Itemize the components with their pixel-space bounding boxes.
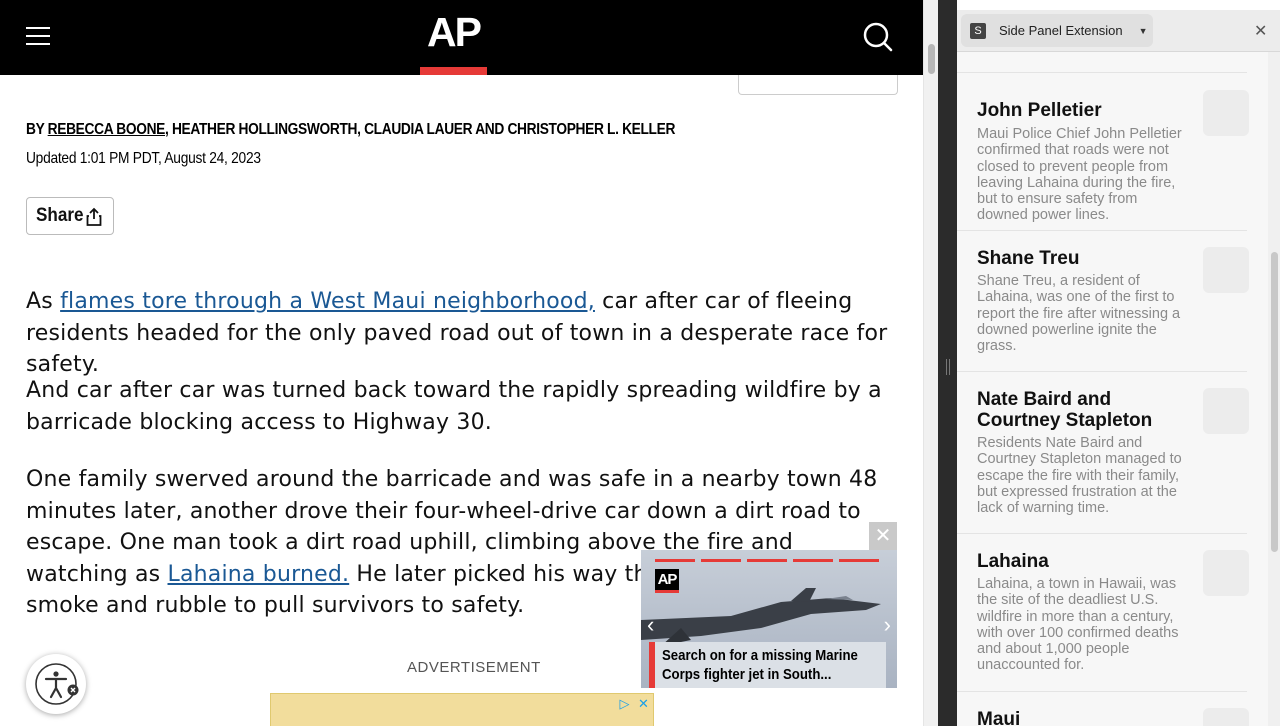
article-paragraph-1: As flames tore through a West Maui neigh… (26, 286, 896, 381)
article-paragraph-2: And car after car was turned back toward… (26, 378, 882, 435)
entry-thumbnail (1203, 708, 1249, 726)
side-panel: S Side Panel Extension ▼ ✕ John Pelletie… (957, 10, 1280, 726)
lahaina-burned-link[interactable]: Lahaina burned. (168, 562, 350, 587)
byline: BY REBECCA BOONE, HEATHER HOLLINGSWORTH,… (26, 121, 675, 139)
entry-thumbnail (1203, 550, 1249, 596)
entry-thumbnail (1203, 388, 1249, 434)
entry-description: Maui Police Chief John Pelletier confirm… (977, 126, 1182, 224)
advertisement-label: ADVERTISEMENT (407, 659, 541, 676)
video-caption[interactable]: Search on for a missing Marine Corps fig… (649, 642, 886, 688)
site-header: AP (0, 0, 923, 75)
video-close-button[interactable]: ✕ (869, 522, 897, 550)
search-icon[interactable] (862, 21, 894, 53)
updated-timestamp: Updated 1:01 PM PDT, August 24, 2023 (26, 150, 261, 167)
entry-title: Maui (977, 709, 1021, 726)
chevron-left-icon[interactable]: ‹ (647, 612, 654, 638)
ad-close-icon[interactable]: ✕ (636, 696, 651, 711)
fighter-jet-image (641, 588, 881, 646)
side-panel-scrollbar-thumb[interactable] (1271, 252, 1278, 552)
extension-icon: S (970, 22, 986, 39)
resize-grip-icon[interactable] (946, 359, 950, 375)
share-icon (85, 207, 103, 232)
entry-description: Residents Nate Baird and Courtney Staple… (977, 435, 1182, 517)
entry-title: John Pelletier (977, 100, 1102, 121)
entry-title: Nate Baird and Courtney Stapleton (977, 389, 1153, 431)
flames-link[interactable]: flames tore through a West Maui neighbor… (60, 289, 595, 314)
entry-title: Shane Treu (977, 248, 1080, 269)
extension-name: Side Panel Extension (999, 23, 1123, 38)
entry-title: Lahaina (977, 551, 1049, 572)
entry-description: Shane Treu, a resident of Lahaina, was o… (977, 273, 1181, 355)
entry-thumbnail (1203, 247, 1249, 293)
ap-logo[interactable]: AP (420, 0, 487, 75)
share-label: Share (36, 205, 84, 226)
advertisement-banner[interactable]: ▷ ✕ (270, 693, 654, 726)
video-ap-logo: AP (655, 569, 679, 593)
close-icon[interactable]: ✕ (1254, 21, 1267, 41)
list-item[interactable]: Shane Treu Shane Treu, a resident of Lah… (957, 230, 1249, 371)
video-caption-text: Search on for a missing Marine Corps fig… (662, 647, 858, 683)
share-button[interactable]: Share (26, 197, 114, 235)
chevron-right-icon[interactable]: › (884, 612, 891, 638)
partially-hidden-button[interactable] (738, 75, 898, 95)
page-scrollbar[interactable] (923, 0, 938, 726)
chevron-down-icon: ▼ (1138, 25, 1148, 36)
video-player[interactable]: AP ‹ › Search on for a missing Marine Co… (641, 550, 897, 688)
side-panel-scrollbar[interactable] (1268, 52, 1280, 726)
accessibility-button[interactable] (26, 654, 86, 714)
list-item[interactable]: Nate Baird and Courtney Stapleton Reside… (957, 371, 1249, 533)
browser-page: AP BY REBECCA BOONE, HEATHER HOLLINGSWOR… (0, 0, 1280, 726)
byline-prefix: BY (26, 121, 48, 138)
extension-selector[interactable]: S Side Panel Extension ▼ (961, 14, 1153, 47)
logo-red-bar (420, 67, 487, 75)
logo-text: AP (427, 9, 482, 55)
p1-text-before: As (26, 289, 61, 314)
accessibility-icon (35, 663, 79, 705)
video-progress-segments (655, 559, 879, 562)
entry-description: Lahaina, a town in Hawaii, was the site … (977, 576, 1179, 674)
article-page: AP BY REBECCA BOONE, HEATHER HOLLINGSWOR… (0, 0, 923, 726)
list-item[interactable]: Maui (957, 691, 1249, 726)
author-link[interactable]: REBECCA BOONE (48, 121, 166, 138)
side-panel-header: S Side Panel Extension ▼ ✕ (957, 10, 1280, 52)
byline-authors: , HEATHER HOLLINGSWORTH, CLAUDIA LAUER A… (165, 121, 676, 138)
ad-choices: ▷ ✕ (617, 696, 651, 711)
list-item[interactable]: John Pelletier Maui Police Chief John Pe… (957, 72, 1249, 230)
list-item[interactable]: Lahaina Lahaina, a town in Hawaii, was t… (957, 533, 1249, 691)
hamburger-menu-icon[interactable] (26, 27, 50, 45)
page-scrollbar-thumb[interactable] (928, 44, 935, 74)
adchoices-icon[interactable]: ▷ (617, 696, 632, 711)
entry-thumbnail (1203, 90, 1249, 136)
